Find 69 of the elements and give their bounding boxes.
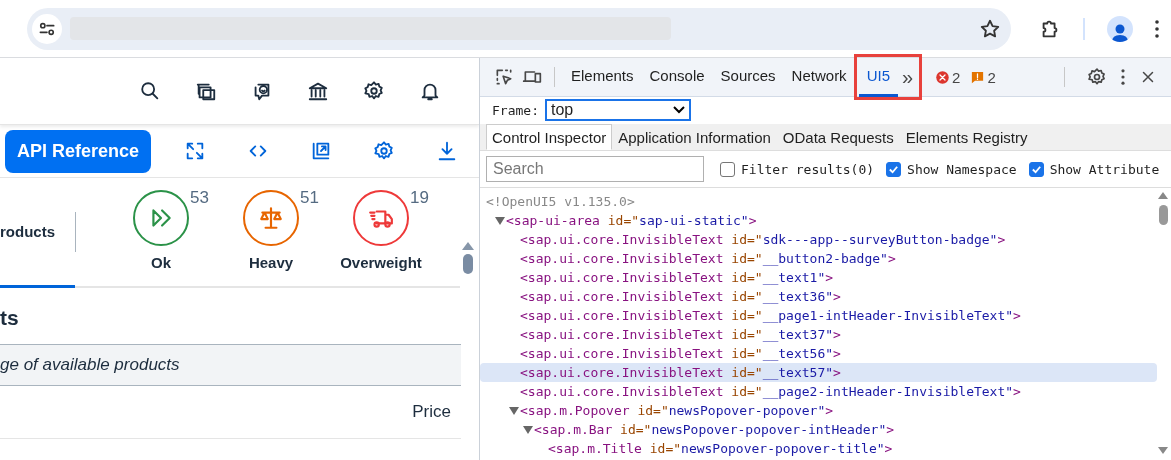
settings-icon bbox=[363, 80, 385, 102]
scrollbar[interactable] bbox=[462, 242, 474, 274]
icon-tab[interactable]: 53 Ok bbox=[106, 190, 216, 288]
profile-avatar[interactable] bbox=[1107, 15, 1133, 42]
tab-count: 53 bbox=[190, 188, 209, 208]
more-menu-icon[interactable] bbox=[1121, 69, 1125, 85]
devtools-tab[interactable]: Elements bbox=[563, 57, 642, 97]
inspector-tab[interactable]: Control Inspector bbox=[486, 124, 613, 150]
warning-count[interactable]: 2 bbox=[987, 68, 996, 86]
inspector-tab[interactable]: Application Information bbox=[612, 124, 777, 150]
column-header: Price bbox=[412, 402, 451, 422]
bookmark-star-icon bbox=[979, 17, 1001, 40]
inspect-element-icon bbox=[494, 67, 514, 87]
error-count[interactable]: 2 bbox=[952, 68, 961, 86]
tree-node[interactable]: <sap.m.Popover id="newsPopover-popover"> bbox=[480, 401, 1157, 420]
tree-node[interactable]: <sap.ui.core.InvisibleText id="__text57"> bbox=[480, 363, 1157, 382]
version-comment: <!OpenUI5 v1.135.0> bbox=[485, 194, 635, 209]
tree-node[interactable]: <sap.ui.core.InvisibleText id="__text37"> bbox=[480, 325, 1157, 344]
tree-node[interactable]: <sap.ui.core.InvisibleText id="__button2-badge"> bbox=[480, 249, 1157, 268]
expanded-triangle-icon[interactable] bbox=[495, 215, 505, 226]
inspector-tab[interactable]: Elements Registry bbox=[899, 124, 1034, 150]
error-icon bbox=[935, 69, 951, 85]
frame-label: Frame: bbox=[492, 102, 539, 118]
more-menu-icon[interactable] bbox=[1155, 19, 1159, 38]
search-field[interactable]: Search bbox=[486, 156, 704, 182]
checkbox[interactable] bbox=[720, 161, 735, 177]
checkbox-label: Filter results(0) bbox=[741, 161, 875, 177]
chevron-down-icon bbox=[672, 106, 685, 114]
checkbox-label: Show Attribute bbox=[1049, 161, 1160, 177]
scrollbar[interactable] bbox=[1157, 192, 1169, 454]
inspector-tab[interactable]: OData Requests bbox=[776, 124, 900, 150]
devtools-tab[interactable]: UI5 bbox=[858, 57, 898, 97]
tree-node[interactable]: <sap.m.Bar id="newsPopover-popover-intHeader"> bbox=[480, 420, 1157, 439]
checkbox[interactable] bbox=[886, 161, 902, 177]
tab-label: Overweight bbox=[340, 254, 422, 271]
tree-node[interactable]: <sap-ui-area id="sap-ui-static"> bbox=[480, 211, 1157, 230]
tab-label: Heavy bbox=[248, 254, 294, 271]
expanded-triangle-icon[interactable] bbox=[523, 424, 533, 435]
devtools-tab[interactable]: Network bbox=[783, 57, 855, 97]
expanded-triangle-icon[interactable] bbox=[509, 405, 519, 416]
tab-count: 51 bbox=[300, 188, 319, 208]
tree-node[interactable]: <sap.ui.core.InvisibleText id="__text1"> bbox=[480, 268, 1157, 287]
bank-icon bbox=[307, 80, 329, 102]
tab-count: 19 bbox=[410, 188, 429, 208]
icon-tab[interactable]: 19 Overweight bbox=[326, 190, 436, 288]
tree-node[interactable]: <sap.ui.core.InvisibleText id="__page2-intHeader-InvisibleText"> bbox=[480, 382, 1157, 401]
more-tabs-button[interactable]: » bbox=[897, 65, 918, 89]
settings-icon bbox=[1087, 67, 1107, 87]
info-bar: ge of available products bbox=[0, 344, 461, 386]
devtools-tab[interactable]: Console bbox=[641, 57, 713, 97]
scale-icon bbox=[258, 205, 284, 231]
tree-node[interactable]: <sap.ui.core.InvisibleText id="sdk---app--surveyButton-badge"> bbox=[480, 230, 1157, 249]
settings-icon bbox=[373, 140, 396, 162]
checkmark-icon bbox=[888, 163, 900, 175]
tree-node[interactable]: <sap.ui.core.InvisibleText id="__text56"> bbox=[480, 344, 1157, 363]
checkbox-label: Show Namespace bbox=[907, 161, 1017, 177]
tab-label: Ok bbox=[151, 254, 171, 271]
devtools-tab[interactable]: Sources bbox=[712, 57, 784, 97]
tree-node[interactable]: <sap.ui.core.InvisibleText id="__page1-intHeader-InvisibleText"> bbox=[480, 306, 1157, 325]
api-reference-button[interactable]: API Reference bbox=[5, 129, 152, 173]
tree-node[interactable]: <sap.ui.core.InvisibleText id="__text36"> bbox=[480, 287, 1157, 306]
tree-node[interactable]: <sap.m.Title id="newsPopover-popover-title"> bbox=[480, 439, 1157, 458]
section-title: ts bbox=[0, 305, 20, 331]
search-icon bbox=[139, 80, 161, 102]
warning-icon bbox=[970, 69, 986, 85]
icon-tab[interactable]: 51 Heavy bbox=[216, 190, 326, 288]
checkbox[interactable] bbox=[1028, 161, 1044, 177]
checkmark-icon bbox=[1030, 163, 1042, 175]
frame-select[interactable]: top bbox=[544, 99, 691, 121]
